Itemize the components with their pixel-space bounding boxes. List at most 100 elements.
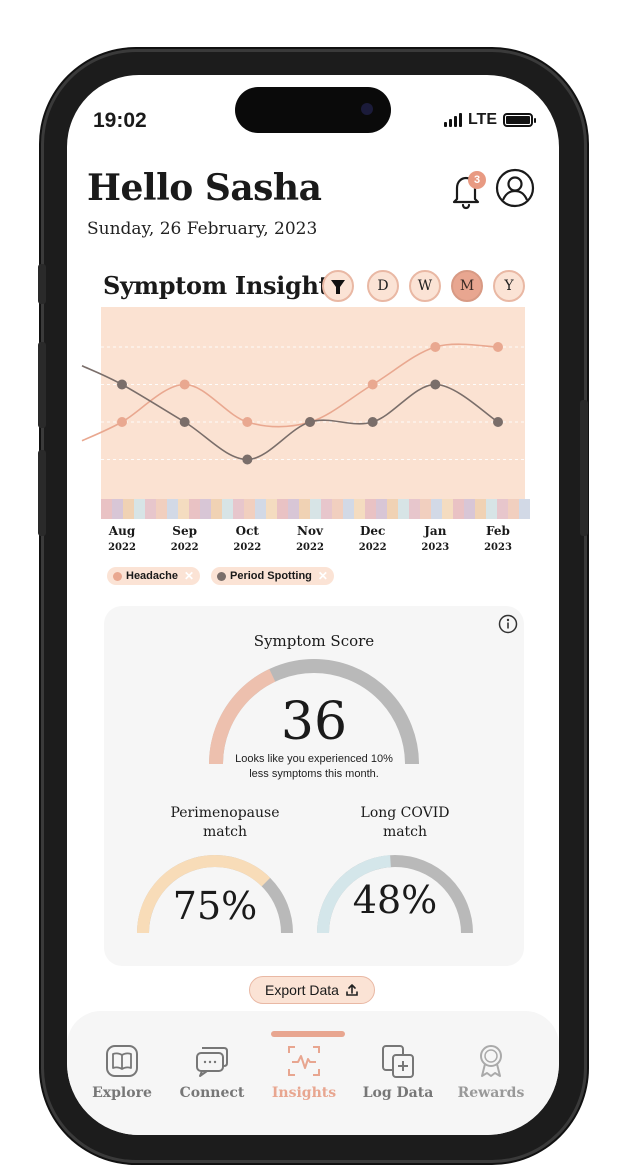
period-month-button[interactable]: M	[451, 270, 483, 302]
long-covid-label: Long COVID match	[330, 804, 480, 842]
calendar-strip-cell	[156, 499, 167, 519]
bottom-tab-bar: Explore Connect Insights Log Data Reward…	[67, 1011, 559, 1135]
score-description-line: less symptoms this month.	[249, 768, 379, 780]
tick-year: 2022	[108, 542, 136, 553]
add-document-icon	[382, 1045, 414, 1078]
tick-year: 2023	[421, 542, 450, 553]
tick-year: 2022	[233, 542, 262, 553]
calendar-strip-cell	[222, 499, 233, 519]
calendar-strip-cell	[310, 499, 321, 519]
data-point	[305, 417, 315, 427]
calendar-strip-cell	[277, 499, 288, 519]
symptom-score-card: Symptom Score 36 Looks like you experien…	[104, 606, 524, 966]
calendar-strip-cell	[398, 499, 409, 519]
calendar-strip-cell	[321, 499, 332, 519]
tab-rewards[interactable]: Rewards	[446, 1043, 536, 1101]
legend-period-spotting[interactable]: Period Spotting ✕	[211, 567, 334, 585]
calendar-strip-cell	[354, 499, 365, 519]
calendar-strip-cell	[464, 499, 475, 519]
legend-label: Period Spotting	[230, 570, 312, 582]
close-icon[interactable]: ✕	[184, 569, 194, 583]
status-indicators: LTE	[443, 111, 536, 129]
legend-dot	[113, 571, 122, 581]
x-tick-label: Dec 2022	[348, 524, 398, 555]
data-point	[179, 417, 190, 427]
data-point	[179, 379, 190, 390]
tick-month: Sep	[172, 524, 197, 538]
data-point	[117, 379, 127, 390]
award-icon	[480, 1045, 502, 1077]
tick-month: Oct	[235, 524, 259, 538]
info-icon[interactable]	[498, 614, 518, 634]
signal-icon	[443, 113, 462, 127]
symptom-chart: Aug 2022 Sep 2022 Oct 2022 Nov 2022 Dec 2022 Jan 20…	[81, 307, 530, 557]
data-point	[117, 417, 127, 427]
tab-explore[interactable]: Explore	[77, 1043, 167, 1101]
calendar-strip-cell	[497, 499, 508, 519]
data-point	[367, 379, 378, 390]
book-icon	[106, 1045, 138, 1077]
tick-year: 2023	[484, 542, 512, 553]
data-point	[493, 342, 503, 352]
calendar-strip-cell	[244, 499, 255, 519]
gauge-label-line: Long COVID	[360, 805, 450, 821]
x-tick-label: Oct 2022	[222, 524, 272, 555]
calendar-strip-cell	[475, 499, 486, 519]
calendar-strip-cell	[332, 499, 343, 519]
x-tick-label: Sep 2022	[160, 524, 210, 555]
x-tick-label: Aug 2022	[97, 524, 147, 555]
gauge-label-line: Perimenopause	[170, 805, 280, 821]
heartbeat-icon	[288, 1046, 320, 1076]
calendar-strip-cell	[288, 499, 299, 519]
calendar-strip-cell	[134, 499, 145, 519]
calendar-strip-cell	[178, 499, 189, 519]
period-year-button[interactable]: Y	[493, 270, 525, 302]
calendar-strip-cell	[519, 499, 530, 519]
calendar-strip-cell	[101, 499, 112, 519]
tick-month: Feb	[486, 524, 510, 538]
volume-down-button	[38, 450, 46, 536]
filter-button[interactable]	[322, 270, 354, 302]
calendar-strip-cell	[167, 499, 178, 519]
calendar-strip-cell	[420, 499, 431, 519]
period-day-button[interactable]: D	[367, 270, 399, 302]
tab-label: Log Data	[362, 1085, 434, 1101]
gauge-label-line: match	[382, 824, 428, 840]
legend-label: Headache	[126, 570, 178, 582]
tick-year: 2022	[170, 542, 199, 553]
calendar-strip-cell	[431, 499, 442, 519]
dynamic-island	[235, 87, 391, 133]
camera-icon	[361, 103, 373, 115]
perimenopause-value: 75%	[172, 884, 258, 928]
tick-year: 2022	[296, 542, 324, 553]
gauge-label-line: match	[202, 824, 248, 840]
calendar-strip-cell	[112, 499, 123, 519]
export-data-button[interactable]: Export Data	[249, 976, 375, 1004]
calendar-strip-cell	[442, 499, 453, 519]
calendar-strip-cell	[343, 499, 354, 519]
data-point	[242, 454, 253, 465]
calendar-strip-cell	[387, 499, 398, 519]
greeting-title: Hello Sasha	[87, 167, 322, 209]
period-week-button[interactable]: W	[409, 270, 441, 302]
calendar-strip-cell	[508, 499, 519, 519]
legend-headache[interactable]: Headache ✕	[107, 567, 201, 585]
score-value: 36	[280, 692, 348, 752]
calendar-strip-cell	[266, 499, 277, 519]
network-type: LTE	[467, 111, 497, 128]
calendar-strip-cell	[486, 499, 497, 519]
profile-icon[interactable]	[495, 168, 535, 208]
calendar-strip-cell	[365, 499, 376, 519]
status-time: 19:02	[93, 109, 147, 132]
tab-connect[interactable]: Connect	[167, 1043, 257, 1101]
tab-log-data[interactable]: Log Data	[353, 1043, 443, 1101]
calendar-strip-cell	[200, 499, 211, 519]
calendar-strip-cell	[409, 499, 420, 519]
x-tick-label: Feb 2023	[473, 524, 523, 555]
x-tick-label: Nov 2022	[285, 524, 335, 555]
calendar-strip-cell	[145, 499, 156, 519]
close-icon[interactable]: ✕	[318, 569, 328, 583]
insights-title: Symptom Insights	[103, 271, 343, 300]
volume-up-button	[38, 342, 46, 428]
tab-insights[interactable]: Insights	[259, 1043, 349, 1101]
